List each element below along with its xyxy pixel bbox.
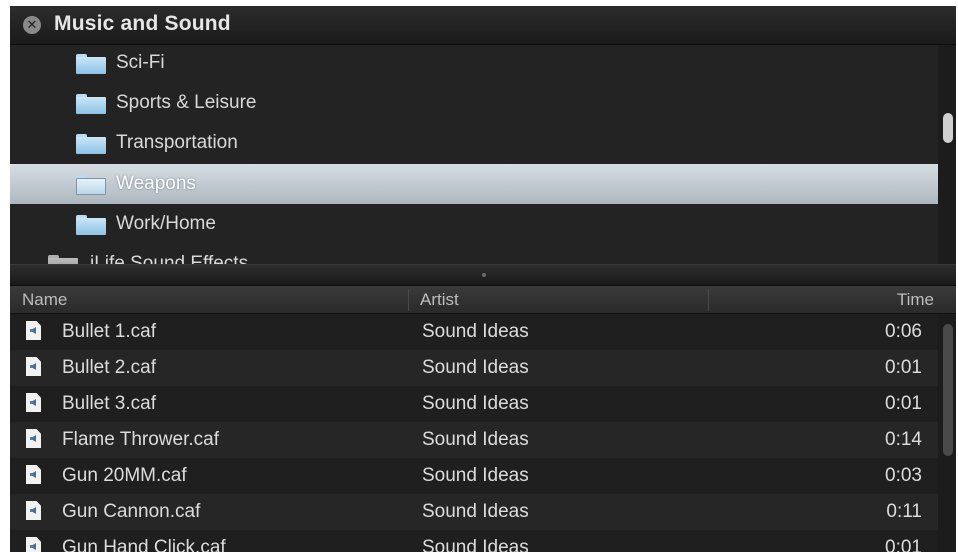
folder-label: Work/Home bbox=[116, 213, 216, 234]
list-header: Name Artist Time bbox=[10, 286, 956, 314]
pane-splitter[interactable] bbox=[10, 264, 956, 286]
file-time: 0:14 bbox=[885, 429, 922, 450]
table-row[interactable]: Bullet 1.caf Sound Ideas 0:06 bbox=[10, 314, 938, 350]
title-bar: ✕ Music and Sound bbox=[10, 6, 956, 45]
file-name: Gun Cannon.caf bbox=[62, 501, 201, 522]
folder-icon bbox=[76, 54, 106, 74]
file-name: Flame Thrower.caf bbox=[62, 429, 219, 450]
file-artist: Sound Ideas bbox=[422, 357, 529, 378]
file-time: 0:01 bbox=[885, 393, 922, 414]
file-name: Gun 20MM.caf bbox=[62, 465, 187, 486]
table-row[interactable]: Flame Thrower.caf Sound Ideas 0:14 bbox=[10, 422, 938, 458]
table-row[interactable]: Gun Hand Click.caf Sound Ideas 0:01 bbox=[10, 530, 938, 552]
column-divider[interactable] bbox=[708, 289, 709, 311]
column-header-time[interactable]: Time bbox=[897, 290, 934, 310]
audio-file-icon bbox=[26, 393, 41, 412]
table-row[interactable]: Gun Cannon.caf Sound Ideas 0:11 bbox=[10, 494, 938, 530]
folder-row-ilife-sound-effects[interactable]: iLife Sound Effects bbox=[10, 244, 938, 264]
splitter-grip-icon bbox=[482, 273, 486, 277]
file-artist: Sound Ideas bbox=[422, 321, 529, 342]
audio-file-icon bbox=[26, 465, 41, 484]
audio-file-icon bbox=[26, 429, 41, 448]
folder-icon bbox=[76, 134, 106, 154]
file-artist: Sound Ideas bbox=[422, 465, 529, 486]
table-row[interactable]: Gun 20MM.caf Sound Ideas 0:03 bbox=[10, 458, 938, 494]
folder-row-work-home[interactable]: Work/Home bbox=[10, 204, 938, 244]
folder-label: Weapons bbox=[116, 173, 196, 194]
file-time: 0:06 bbox=[885, 321, 922, 342]
folder-browser: Sci-Fi Sports & Leisure Transportation W… bbox=[10, 45, 956, 264]
folder-row-sci-fi[interactable]: Sci-Fi bbox=[10, 45, 938, 83]
file-time: 0:03 bbox=[885, 465, 922, 486]
file-artist: Sound Ideas bbox=[422, 429, 529, 450]
file-name: Gun Hand Click.caf bbox=[62, 537, 226, 552]
audio-file-icon bbox=[26, 501, 41, 520]
folder-icon bbox=[76, 94, 106, 114]
file-time: 0:01 bbox=[885, 537, 922, 552]
browser-scrollbar-thumb[interactable] bbox=[943, 113, 953, 143]
folder-icon bbox=[76, 215, 106, 235]
file-name: Bullet 2.caf bbox=[62, 357, 156, 378]
folder-icon bbox=[76, 175, 106, 195]
audio-file-icon bbox=[26, 537, 41, 552]
folder-icon bbox=[48, 255, 78, 264]
file-artist: Sound Ideas bbox=[422, 537, 529, 552]
folder-row-weapons[interactable]: Weapons bbox=[10, 164, 938, 204]
column-header-artist[interactable]: Artist bbox=[420, 290, 459, 310]
folder-label: Sci-Fi bbox=[116, 52, 165, 73]
folder-label: Transportation bbox=[116, 132, 238, 153]
file-list: Bullet 1.caf Sound Ideas 0:06 Bullet 2.c… bbox=[10, 314, 956, 552]
audio-file-icon bbox=[26, 357, 41, 376]
file-artist: Sound Ideas bbox=[422, 393, 529, 414]
audio-file-icon bbox=[26, 321, 41, 340]
panel-title: Music and Sound bbox=[54, 12, 231, 35]
file-artist: Sound Ideas bbox=[422, 501, 529, 522]
table-row[interactable]: Bullet 3.caf Sound Ideas 0:01 bbox=[10, 386, 938, 422]
table-row[interactable]: Bullet 2.caf Sound Ideas 0:01 bbox=[10, 350, 938, 386]
folder-label: Sports & Leisure bbox=[116, 92, 257, 113]
music-and-sound-panel: ✕ Music and Sound Sci-Fi Sports & Leisur… bbox=[10, 6, 956, 552]
column-divider[interactable] bbox=[408, 289, 409, 311]
folder-row-transportation[interactable]: Transportation bbox=[10, 123, 938, 163]
file-name: Bullet 3.caf bbox=[62, 393, 156, 414]
file-name: Bullet 1.caf bbox=[62, 321, 156, 342]
column-header-name[interactable]: Name bbox=[22, 290, 67, 310]
file-time: 0:01 bbox=[885, 357, 922, 378]
list-scrollbar-thumb[interactable] bbox=[943, 324, 953, 456]
browser-scrollbar-track[interactable] bbox=[938, 45, 956, 264]
folder-label: iLife Sound Effects bbox=[90, 253, 249, 264]
file-time: 0:11 bbox=[886, 501, 922, 522]
close-icon[interactable]: ✕ bbox=[23, 16, 41, 34]
folder-row-sports-leisure[interactable]: Sports & Leisure bbox=[10, 83, 938, 123]
